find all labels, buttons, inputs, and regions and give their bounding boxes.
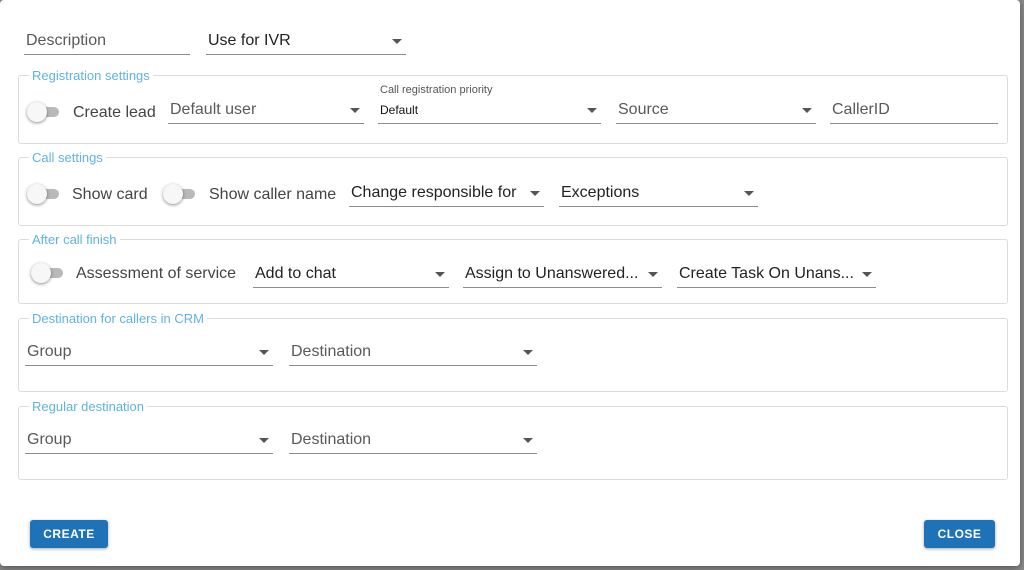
create-button[interactable]: CREATE xyxy=(30,520,108,548)
exceptions-label: Exceptions xyxy=(561,184,640,201)
chevron-down-icon xyxy=(259,350,269,355)
change-responsible-label: Change responsible for xyxy=(351,184,517,201)
chevron-down-icon xyxy=(523,350,533,355)
call-registration-priority-label: Call registration priority xyxy=(380,84,493,96)
add-to-chat-select[interactable]: Add to chat xyxy=(253,261,449,288)
exceptions-select[interactable]: Exceptions xyxy=(559,180,758,207)
show-card-toggle[interactable] xyxy=(27,184,59,204)
chevron-down-icon xyxy=(587,108,597,113)
description-placeholder: Description xyxy=(26,32,107,49)
crm-group-select[interactable]: Group xyxy=(25,339,273,366)
use-for-ivr-select[interactable]: Use for IVR xyxy=(206,28,406,55)
assessment-of-service-toggle[interactable] xyxy=(31,263,63,283)
assign-to-unanswered-select[interactable]: Assign to Unanswered... xyxy=(463,261,662,288)
call-settings-legend: Call settings xyxy=(29,150,106,165)
regular-destination-select[interactable]: Destination xyxy=(289,427,537,454)
callerid-placeholder: CallerID xyxy=(832,101,890,118)
show-caller-name-toggle[interactable] xyxy=(163,184,195,204)
create-task-on-unanswered-label: Create Task On Unans... xyxy=(679,265,854,282)
chevron-down-icon xyxy=(648,272,658,277)
show-caller-name-label: Show caller name xyxy=(209,186,337,203)
chevron-down-icon xyxy=(259,438,269,443)
add-to-chat-label: Add to chat xyxy=(255,265,336,282)
default-user-select[interactable]: Default user xyxy=(168,97,364,124)
chevron-down-icon xyxy=(802,108,812,113)
chevron-down-icon xyxy=(392,39,402,44)
show-card-label: Show card xyxy=(72,186,148,203)
callerid-input[interactable]: CallerID xyxy=(830,97,998,124)
chevron-down-icon xyxy=(862,272,872,277)
close-button[interactable]: CLOSE xyxy=(924,520,995,548)
create-task-on-unanswered-select[interactable]: Create Task On Unans... xyxy=(677,261,876,288)
description-input[interactable]: Description xyxy=(24,28,190,55)
dialog: Description Use for IVR Registration set… xyxy=(0,0,1020,566)
assessment-of-service-label: Assessment of service xyxy=(76,265,237,282)
regular-destination-label: Destination xyxy=(291,431,372,448)
regular-destination-legend: Regular destination xyxy=(29,399,148,414)
registration-settings-legend: Registration settings xyxy=(29,68,153,83)
call-registration-priority-value: Default xyxy=(380,103,419,117)
chevron-down-icon xyxy=(523,438,533,443)
chevron-down-icon xyxy=(744,191,754,196)
chevron-down-icon xyxy=(435,272,445,277)
chevron-down-icon xyxy=(350,108,360,113)
use-for-ivr-label: Use for IVR xyxy=(208,32,291,49)
crm-destination-legend: Destination for callers in CRM xyxy=(29,311,207,326)
chevron-down-icon xyxy=(530,191,540,196)
source-label: Source xyxy=(618,101,669,118)
after-call-finish-legend: After call finish xyxy=(29,232,120,247)
crm-destination-label: Destination xyxy=(291,343,372,360)
default-user-label: Default user xyxy=(170,101,257,118)
regular-group-select[interactable]: Group xyxy=(25,427,273,454)
create-lead-toggle[interactable] xyxy=(27,102,59,122)
source-select[interactable]: Source xyxy=(616,97,816,124)
create-lead-label: Create lead xyxy=(73,104,156,121)
call-registration-priority-select[interactable]: Default xyxy=(378,97,601,124)
crm-group-label: Group xyxy=(27,343,72,360)
assign-to-unanswered-label: Assign to Unanswered... xyxy=(465,265,639,282)
regular-group-label: Group xyxy=(27,431,72,448)
crm-destination-select[interactable]: Destination xyxy=(289,339,537,366)
change-responsible-select[interactable]: Change responsible for xyxy=(349,180,544,207)
